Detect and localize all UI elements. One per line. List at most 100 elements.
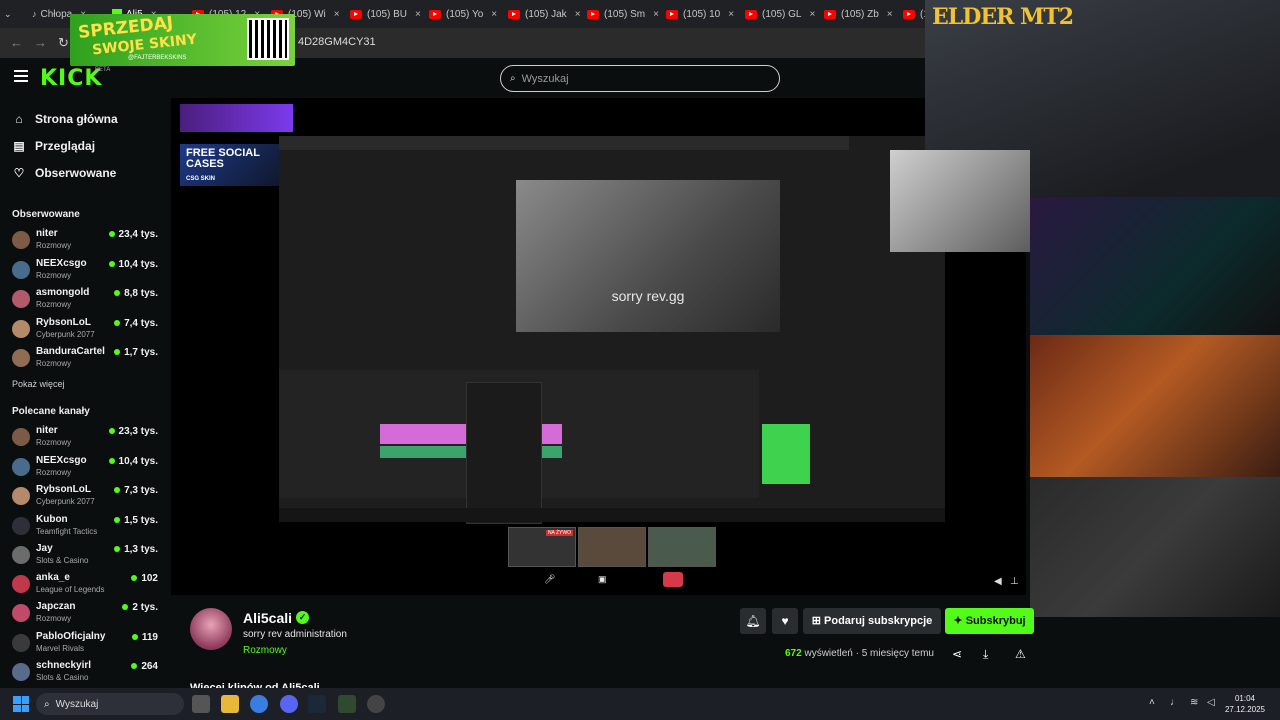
sidebar-item-following[interactable]: ♡ Obserwowane	[12, 166, 117, 180]
pin-icon[interactable]: ⊥	[1010, 576, 1019, 587]
volume-icon[interactable]: ◁	[1207, 697, 1215, 708]
back-icon[interactable]: ←	[10, 35, 23, 50]
share-icon[interactable]: ⋖	[952, 647, 962, 661]
show-more-link[interactable]: Pokaż więcej	[12, 379, 65, 389]
close-icon[interactable]: ×	[728, 9, 734, 20]
url-text[interactable]: 4D28GM4CY31	[298, 36, 376, 48]
notification-button[interactable]: 🔔︎	[740, 608, 766, 634]
youtube-icon	[350, 9, 362, 19]
qr-code	[247, 18, 289, 60]
browser-tab[interactable]: (105) Yo ×	[429, 4, 497, 24]
close-icon[interactable]: ×	[653, 9, 659, 20]
browser-tab[interactable]: (105) Jak ×	[508, 4, 581, 24]
recommended-channel[interactable]: RybsonLoL Cyberpunk 2077 7,3 tys.	[12, 484, 162, 512]
search-placeholder: Wyszukaj	[521, 72, 569, 85]
report-icon[interactable]: ⚠	[1015, 647, 1026, 661]
recommended-channel[interactable]: Kubon Teamfight Tactics 1,5 tys.	[12, 514, 162, 542]
kick-logo[interactable]: KICK	[40, 66, 102, 91]
youtube-icon	[745, 9, 757, 19]
browser-tab[interactable]: (105) GL ×	[745, 4, 815, 24]
recommended-channel[interactable]: NEEXcsgo Rozmowy 10,4 tys.	[12, 455, 162, 483]
close-icon[interactable]: ×	[334, 9, 340, 20]
menu-icon[interactable]	[14, 70, 28, 82]
recommended-channel[interactable]: Japczan Rozmowy 2 tys.	[12, 601, 162, 629]
promo-overlay: SPRZEDAJ SWOJE SKINY @FAJTERBEKSKINS	[70, 13, 295, 66]
recommended-channel[interactable]: schneckyirl Slots & Casino 264	[12, 660, 162, 688]
live-dot	[108, 231, 115, 238]
avatar	[12, 663, 30, 681]
stream-title: sorry rev administration	[243, 629, 347, 640]
avatar	[12, 575, 30, 593]
sidebar-item-browse[interactable]: ▤ Przeglądaj	[12, 139, 95, 153]
sidebar-item-home[interactable]: ⌂ Strona główna	[12, 112, 117, 126]
webcam-foreground	[890, 150, 1030, 252]
app-icon[interactable]	[338, 695, 356, 713]
followed-channel[interactable]: asmongold Rozmowy 8,8 tys.	[12, 287, 162, 315]
followed-channel[interactable]: niter Rozmowy 23,4 tys.	[12, 228, 162, 256]
heart-icon: ♡	[13, 166, 25, 180]
followed-channel[interactable]: BanduraCartel Rozmowy 1,7 tys.	[12, 346, 162, 374]
task-view-icon[interactable]	[192, 695, 210, 713]
tab-list-button[interactable]: ⌄	[4, 4, 12, 24]
guest-webcam	[1030, 197, 1280, 335]
stream-category[interactable]: Rozmowy	[243, 645, 287, 656]
followed-channel[interactable]: NEEXcsgo Rozmowy 10,4 tys.	[12, 258, 162, 286]
taskbar-search[interactable]: ⌕ Wyszukaj	[36, 693, 184, 715]
search-icon: ⌕	[44, 698, 50, 710]
recommended-channel[interactable]: anka_e League of Legends 102	[12, 572, 162, 600]
live-badge: NA ŻYWO	[545, 530, 573, 536]
download-icon[interactable]: ⤓	[983, 647, 988, 662]
channel-name[interactable]: Ali5cali	[243, 610, 292, 626]
audio-meter	[762, 424, 810, 484]
timeline-clip	[380, 424, 470, 444]
steam-icon[interactable]	[308, 695, 326, 713]
recommended-channel[interactable]: Jay Slots & Casino 1,3 tys.	[12, 543, 162, 571]
forward-icon[interactable]: →	[34, 35, 47, 50]
volume-icon[interactable]: ◀︎	[994, 576, 1002, 587]
close-icon[interactable]: ×	[415, 9, 421, 20]
browser-tab[interactable]: (105) Zb ×	[824, 4, 893, 24]
search-icon: ⌕	[510, 73, 516, 84]
close-icon[interactable]: ×	[491, 9, 497, 20]
close-icon[interactable]: ×	[575, 9, 581, 20]
editor-titlebar	[279, 136, 849, 150]
discord-icon[interactable]	[280, 695, 298, 713]
context-menu	[466, 382, 542, 524]
timeline-clip	[540, 424, 562, 444]
channel-avatar[interactable]	[190, 608, 232, 650]
reload-icon[interactable]: ↻	[58, 35, 69, 51]
follow-button[interactable]: ♥	[772, 608, 798, 634]
chrome-icon[interactable]	[250, 695, 268, 713]
search-input[interactable]: ⌕ Wyszukaj	[500, 65, 780, 92]
browser-tab[interactable]: (105) 10 ×	[666, 4, 734, 24]
avatar	[12, 546, 30, 564]
avatar	[12, 487, 30, 505]
recommended-channel[interactable]: niter Rozmowy 23,3 tys.	[12, 425, 162, 453]
youtube-icon	[587, 9, 599, 19]
view-count: 672 wyświetleń · 5 miesięcy temu	[785, 648, 934, 659]
tray-chevron-icon[interactable]: ˄	[1149, 697, 1155, 708]
gift-subscription-button[interactable]: ⊞ Podaruj subskrypcje	[803, 608, 941, 634]
participant-thumb	[648, 527, 716, 567]
participant-thumb: NA ŻYWO	[508, 527, 576, 567]
close-icon[interactable]: ×	[887, 9, 893, 20]
recommended-channel[interactable]: PabloOficjalny Marvel Rivals 119	[12, 631, 162, 659]
youtube-icon	[666, 9, 678, 19]
file-explorer-icon[interactable]	[221, 695, 239, 713]
browser-tab[interactable]: (105) Sm ×	[587, 4, 659, 24]
taskbar-clock[interactable]: 01:04 27.12.2025	[1220, 693, 1270, 715]
windows-start-icon[interactable]	[13, 696, 29, 712]
avatar	[12, 290, 30, 308]
mic-icon[interactable]: ♩	[1170, 697, 1180, 708]
close-icon[interactable]: ×	[809, 9, 815, 20]
obs-icon[interactable]	[367, 695, 385, 713]
avatar	[12, 261, 30, 279]
bell-icon: 🔔︎	[745, 614, 761, 628]
wifi-icon[interactable]: ≋	[1190, 697, 1198, 708]
followed-channel[interactable]: RybsonLoL Cyberpunk 2077 7,4 tys.	[12, 317, 162, 345]
browser-tab[interactable]: (105) BU ×	[350, 4, 421, 24]
subscribe-button[interactable]: ✦ Subskrybuj	[945, 608, 1034, 634]
live-dot	[114, 349, 121, 356]
inner-taskbar	[279, 508, 945, 522]
end-call-icon	[663, 572, 683, 587]
